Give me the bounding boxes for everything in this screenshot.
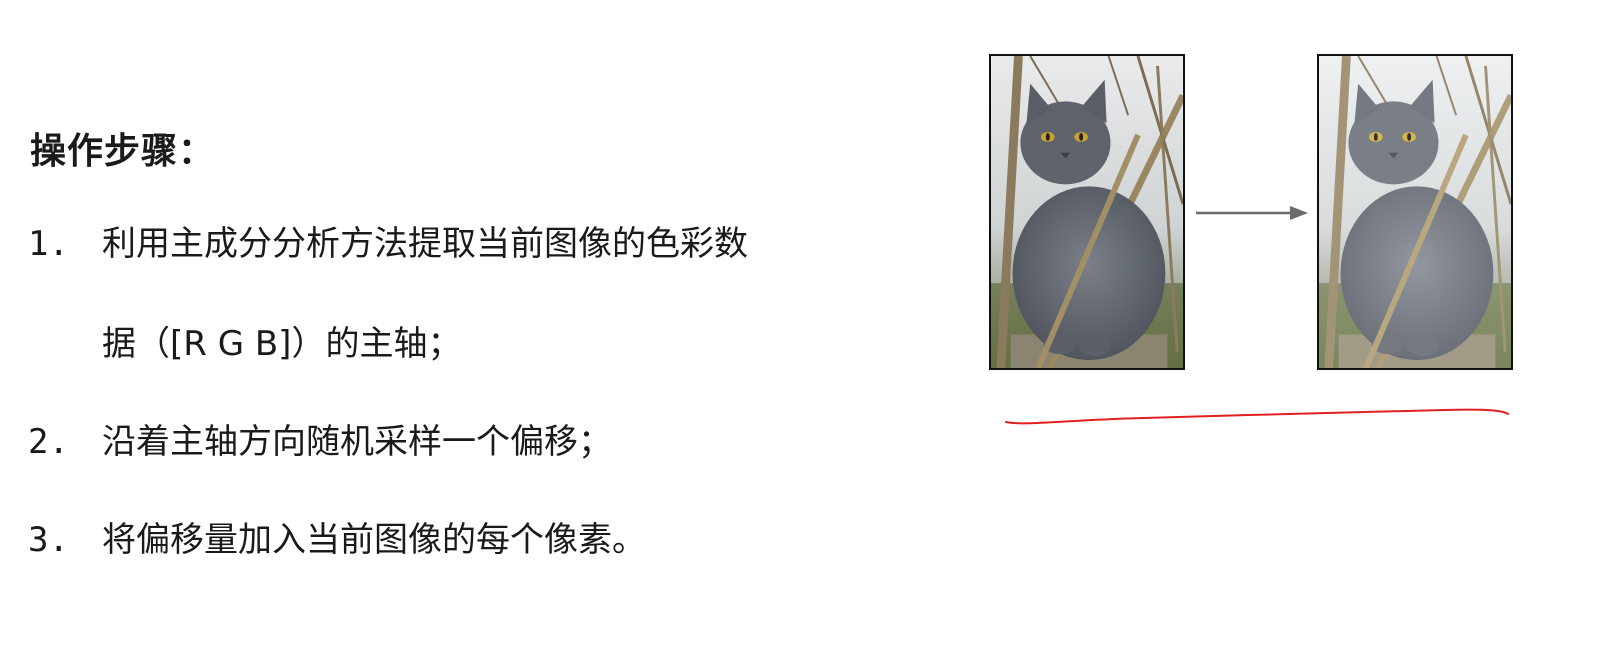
step-1-continuation: 据（[R G B]）的主轴； bbox=[102, 324, 462, 364]
step-number: 3. bbox=[28, 520, 69, 560]
step-3: 3. 将偏移量加入当前图像的每个像素。 bbox=[28, 520, 646, 560]
step-2: 2. 沿着主轴方向随机采样一个偏移； bbox=[28, 422, 612, 462]
cat-photo-illustration bbox=[991, 56, 1183, 368]
slide: 操作步骤： 1. 利用主成分分析方法提取当前图像的色彩数 据（[R G B]）的主… bbox=[0, 0, 1601, 646]
original-cat-image bbox=[989, 54, 1185, 370]
step-text: 将偏移量加入当前图像的每个像素。 bbox=[102, 520, 646, 560]
step-text: 利用主成分分析方法提取当前图像的色彩数 bbox=[102, 224, 748, 264]
step-text: 沿着主轴方向随机采样一个偏移； bbox=[102, 422, 612, 462]
red-underline-annotation bbox=[1005, 408, 1509, 425]
step-number: 1. bbox=[28, 224, 69, 264]
step-number: 2. bbox=[28, 422, 69, 462]
color-shifted-cat-image bbox=[1317, 54, 1513, 370]
step-1: 1. 利用主成分分析方法提取当前图像的色彩数 bbox=[28, 224, 748, 264]
arrow-right-icon bbox=[1196, 206, 1308, 220]
cat-photo-illustration bbox=[1319, 56, 1511, 368]
section-heading: 操作步骤： bbox=[30, 131, 216, 172]
